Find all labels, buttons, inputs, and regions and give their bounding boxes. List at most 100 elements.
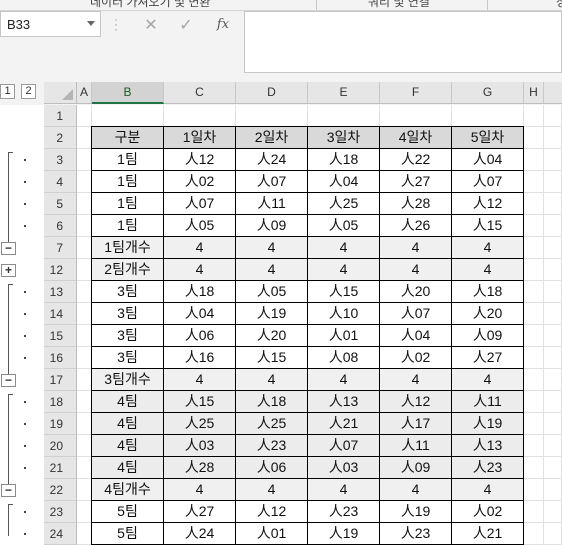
cell-empty[interactable] — [524, 391, 544, 413]
table-cell[interactable]: 4 — [451, 478, 524, 501]
chevron-down-icon[interactable] — [87, 21, 95, 26]
cell-empty[interactable] — [524, 501, 544, 523]
table-cell[interactable]: 人01 — [307, 324, 380, 347]
table-cell[interactable]: 4 — [235, 258, 308, 281]
row-header[interactable]: 18 — [44, 391, 77, 413]
select-all-corner[interactable] — [44, 82, 77, 104]
cell-empty[interactable] — [77, 413, 92, 435]
table-cell[interactable] — [452, 105, 524, 127]
cell-empty[interactable] — [77, 215, 92, 237]
row-header[interactable]: 14 — [44, 303, 77, 325]
cell-empty[interactable] — [524, 149, 544, 171]
cell-empty[interactable] — [77, 259, 92, 281]
table-cell[interactable]: 人21 — [451, 522, 524, 545]
cell-empty[interactable] — [524, 369, 544, 391]
table-cell[interactable]: 4 — [235, 478, 308, 501]
name-box[interactable]: B33 — [0, 11, 101, 37]
table-cell[interactable]: 1팀 — [91, 148, 164, 171]
table-cell[interactable]: 人18 — [451, 280, 524, 303]
table-cell[interactable]: 3팀 — [91, 302, 164, 325]
row-header[interactable]: 4 — [44, 171, 77, 193]
table-cell[interactable]: 人07 — [307, 434, 380, 457]
table-cell[interactable]: 4 — [379, 368, 452, 391]
table-cell[interactable]: 人11 — [235, 192, 308, 215]
cell-empty[interactable] — [544, 127, 562, 149]
table-cell[interactable]: 1팀 — [91, 214, 164, 237]
column-header-B[interactable]: B — [92, 82, 164, 104]
cell-empty[interactable] — [544, 215, 562, 237]
table-cell[interactable]: 1팀 — [91, 192, 164, 215]
table-cell[interactable]: 人18 — [235, 390, 308, 413]
table-cell[interactable]: 1팀개수 — [91, 236, 164, 259]
table-cell[interactable]: 人17 — [379, 412, 452, 435]
row-header[interactable]: 17 — [44, 369, 77, 391]
row-header[interactable]: 13 — [44, 281, 77, 303]
outline-level-1-button[interactable]: 1 — [0, 84, 15, 99]
cancel-icon[interactable]: ✕ — [140, 15, 162, 35]
table-cell[interactable]: 4 — [307, 478, 380, 501]
column-header-H[interactable]: H — [524, 82, 544, 104]
table-cell[interactable]: 人05 — [235, 280, 308, 303]
table-cell[interactable]: 人12 — [235, 500, 308, 523]
cell-empty[interactable] — [544, 413, 562, 435]
enter-icon[interactable]: ✓ — [175, 15, 197, 35]
cell-empty[interactable] — [524, 523, 544, 545]
table-cell[interactable]: 人12 — [163, 148, 236, 171]
cell-empty[interactable] — [524, 435, 544, 457]
table-cell[interactable]: 人04 — [451, 148, 524, 171]
outline-collapse-button[interactable]: − — [1, 242, 16, 255]
table-cell[interactable]: 人25 — [235, 412, 308, 435]
table-cell[interactable]: 4 — [307, 236, 380, 259]
cell-empty[interactable] — [544, 457, 562, 479]
table-cell[interactable]: 人07 — [451, 170, 524, 193]
table-cell[interactable]: 人11 — [451, 390, 524, 413]
row-header[interactable]: 6 — [44, 215, 77, 237]
table-cell[interactable]: 2팀개수 — [91, 258, 164, 281]
cell-empty[interactable] — [77, 369, 92, 391]
table-cell[interactable]: 人23 — [307, 500, 380, 523]
table-cell[interactable]: 人02 — [163, 170, 236, 193]
table-cell[interactable]: 人27 — [379, 170, 452, 193]
cell-empty[interactable] — [544, 523, 562, 545]
table-cell[interactable]: 人02 — [379, 346, 452, 369]
cell-empty[interactable] — [544, 105, 562, 127]
cell-empty[interactable] — [77, 523, 92, 545]
cell-empty[interactable] — [544, 171, 562, 193]
cell-empty[interactable] — [524, 325, 544, 347]
table-cell[interactable]: 人15 — [235, 346, 308, 369]
table-cell[interactable]: 人19 — [451, 412, 524, 435]
cell-empty[interactable] — [524, 215, 544, 237]
table-cell[interactable]: 4팀개수 — [91, 478, 164, 501]
table-cell[interactable]: 4 — [379, 236, 452, 259]
table-cell[interactable]: 人03 — [163, 434, 236, 457]
table-cell[interactable]: 人24 — [163, 522, 236, 545]
table-cell[interactable]: 人19 — [235, 302, 308, 325]
table-cell[interactable]: 人01 — [235, 522, 308, 545]
table-cell[interactable]: 人13 — [451, 434, 524, 457]
cell-empty[interactable] — [544, 259, 562, 281]
cell-empty[interactable] — [524, 237, 544, 259]
table-cell[interactable]: 구분 — [91, 126, 164, 149]
table-cell[interactable]: 4 — [163, 368, 236, 391]
row-header[interactable]: 19 — [44, 413, 77, 435]
row-header[interactable]: 23 — [44, 501, 77, 523]
cell-empty[interactable] — [544, 479, 562, 501]
table-cell[interactable]: 人11 — [379, 434, 452, 457]
table-cell[interactable]: 人23 — [451, 456, 524, 479]
table-cell[interactable]: 人22 — [379, 148, 452, 171]
table-cell[interactable]: 4팀 — [91, 412, 164, 435]
table-cell[interactable]: 4 — [379, 258, 452, 281]
row-header[interactable]: 16 — [44, 347, 77, 369]
table-cell[interactable]: 人15 — [307, 280, 380, 303]
row-header[interactable]: 22 — [44, 479, 77, 501]
table-cell[interactable]: 人19 — [307, 522, 380, 545]
table-cell[interactable]: 人03 — [307, 456, 380, 479]
table-cell[interactable]: 人10 — [307, 302, 380, 325]
table-cell[interactable]: 3팀 — [91, 324, 164, 347]
cell-empty[interactable] — [77, 281, 92, 303]
column-header-F[interactable]: F — [380, 82, 452, 104]
cell-empty[interactable] — [77, 193, 92, 215]
cell-empty[interactable] — [524, 193, 544, 215]
table-cell[interactable]: 1일차 — [163, 126, 236, 149]
row-header[interactable]: 20 — [44, 435, 77, 457]
